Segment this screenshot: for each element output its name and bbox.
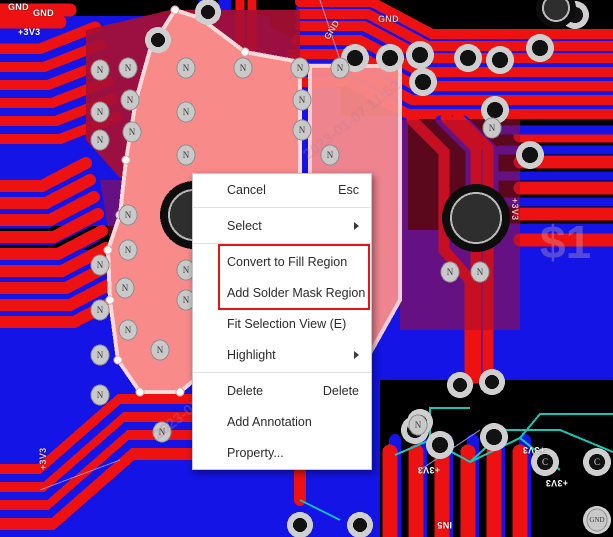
menu-item-cancel[interactable]: Cancel Esc [193,174,371,205]
menu-item-label: Property... [227,445,284,460]
chevron-right-icon [354,350,359,359]
menu-item-add-solder-mask-region[interactable]: Add Solder Mask Region [193,277,371,308]
menu-item-property[interactable]: Property... [193,437,371,468]
menu-item-label: Cancel [227,182,266,197]
menu-item-shortcut: Delete [322,383,359,398]
menu-separator [193,372,371,373]
chevron-right-icon [354,221,359,230]
menu-item-fit-selection-view-e[interactable]: Fit Selection View (E) [193,308,371,339]
menu-item-delete[interactable]: Delete Delete [193,375,371,406]
menu-item-highlight[interactable]: Highlight [193,339,371,370]
menu-item-label: Fit Selection View (E) [227,316,347,331]
menu-item-add-annotation[interactable]: Add Annotation [193,406,371,437]
menu-item-shortcut: Esc [338,182,359,197]
menu-separator [193,207,371,208]
menu-item-select[interactable]: Select [193,210,371,241]
menu-item-label: Add Annotation [227,414,312,429]
menu-item-label: Delete [227,383,264,398]
menu-item-label: Add Solder Mask Region [227,285,366,300]
menu-item-label: Convert to Fill Region [227,254,348,269]
menu-item-convert-to-fill-region[interactable]: Convert to Fill Region [193,246,371,277]
menu-separator [193,243,371,244]
pcb-editor-canvas[interactable]: GND GND +3V3 GND GND +3V3 +3V3 +3V3 +3V3 +3V3 IN5 … [0,0,613,537]
menu-item-label: Highlight [227,347,276,362]
pcb-context-menu[interactable]: Cancel Esc Select Convert to Fill Region Add… [192,173,372,470]
menu-item-label: Select [227,218,262,233]
